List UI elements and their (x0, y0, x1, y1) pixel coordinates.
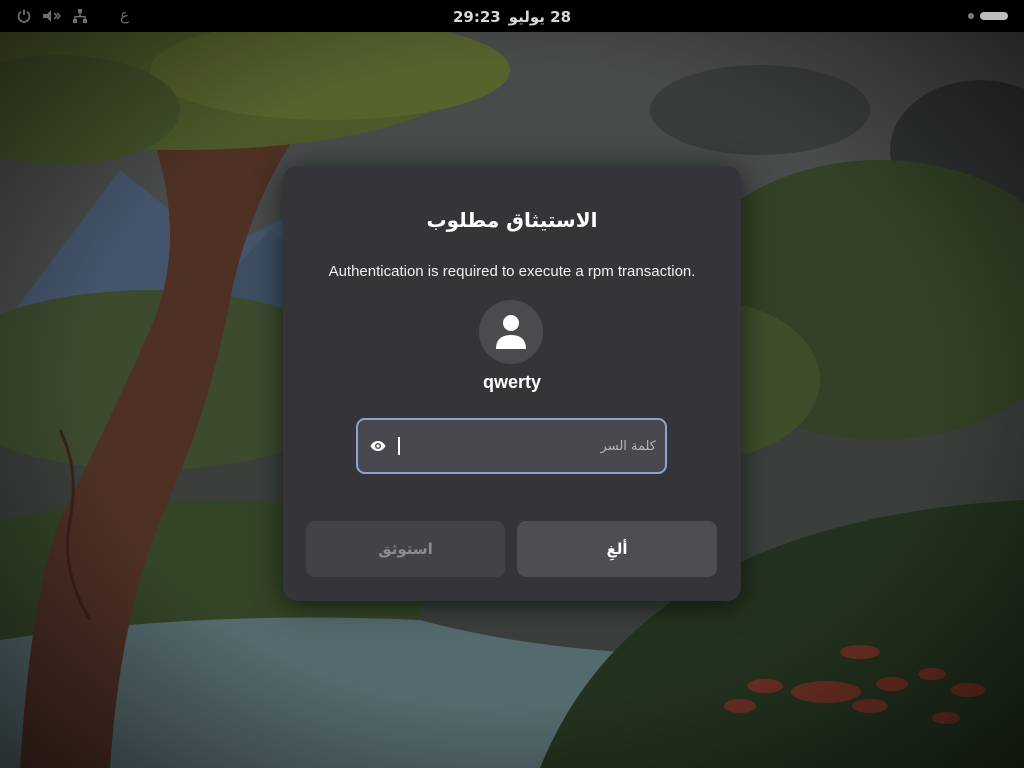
top-bar: ع 29:23 28 يوليو (0, 0, 1024, 32)
activity-indicator (968, 13, 974, 19)
dialog-message: Authentication is required to execute a … (328, 263, 696, 280)
clock-time: 29:23 (452, 8, 501, 26)
text-cursor (398, 437, 400, 455)
avatar (479, 300, 543, 364)
username: qwerty (482, 372, 542, 392)
cancel-button[interactable]: ألغِ (517, 521, 717, 577)
password-field[interactable] (356, 418, 667, 474)
system-menu-indicator[interactable] (980, 12, 1008, 20)
clock[interactable]: 29:23 28 يوليو (0, 0, 1024, 32)
dialog-title: الاستيثاق مطلوب (426, 208, 598, 232)
user-icon (496, 315, 526, 349)
authenticate-button[interactable]: استوثق (306, 521, 505, 577)
clock-date: 28 يوليو (508, 8, 572, 26)
password-input[interactable] (406, 420, 664, 472)
desktop: ع 29:23 28 يوليو الاستيثاق مطلوب Authenti… (0, 0, 1024, 768)
show-password-icon[interactable] (370, 438, 386, 454)
